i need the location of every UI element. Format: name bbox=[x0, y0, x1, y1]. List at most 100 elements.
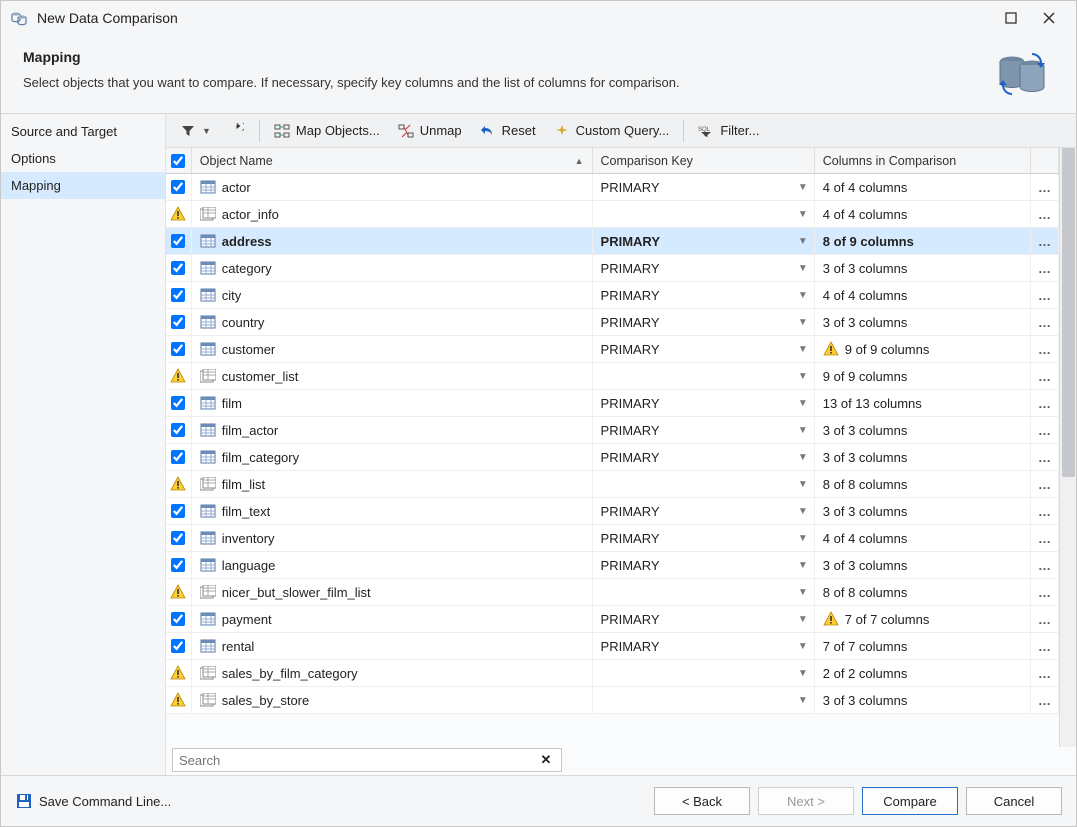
row-status-cell[interactable] bbox=[166, 525, 192, 551]
comparison-key-cell[interactable]: PRIMARY▼ bbox=[593, 390, 815, 416]
comparison-key-cell[interactable]: ▼ bbox=[593, 363, 815, 389]
comparison-key-cell[interactable]: PRIMARY▼ bbox=[593, 417, 815, 443]
search-input[interactable] bbox=[179, 753, 537, 768]
row-checkbox[interactable] bbox=[171, 450, 185, 464]
row-options-button[interactable]: … bbox=[1031, 390, 1059, 416]
header-checkbox-cell[interactable] bbox=[166, 148, 192, 173]
table-row[interactable]: customer_list▼9 of 9 columns… bbox=[166, 363, 1059, 390]
chevron-down-icon[interactable]: ▼ bbox=[798, 317, 808, 328]
chevron-down-icon[interactable]: ▼ bbox=[798, 398, 808, 409]
row-status-cell[interactable] bbox=[166, 255, 192, 281]
sidebar-item-mapping[interactable]: Mapping bbox=[1, 172, 165, 199]
comparison-key-cell[interactable]: PRIMARY▼ bbox=[593, 282, 815, 308]
table-row[interactable]: rentalPRIMARY▼7 of 7 columns… bbox=[166, 633, 1059, 660]
header-object-name[interactable]: Object Name bbox=[192, 148, 593, 173]
row-options-button[interactable]: … bbox=[1031, 552, 1059, 578]
save-command-line-link[interactable]: Save Command Line... bbox=[39, 794, 171, 809]
row-status-cell[interactable] bbox=[166, 363, 192, 389]
row-options-button[interactable]: … bbox=[1031, 417, 1059, 443]
table-row[interactable]: cityPRIMARY▼4 of 4 columns… bbox=[166, 282, 1059, 309]
table-row[interactable]: categoryPRIMARY▼3 of 3 columns… bbox=[166, 255, 1059, 282]
chevron-down-icon[interactable]: ▼ bbox=[798, 236, 808, 247]
comparison-key-cell[interactable]: PRIMARY▼ bbox=[593, 498, 815, 524]
row-checkbox[interactable] bbox=[171, 396, 185, 410]
row-status-cell[interactable] bbox=[166, 498, 192, 524]
chevron-down-icon[interactable]: ▼ bbox=[798, 371, 808, 382]
refresh-button[interactable] bbox=[221, 117, 253, 145]
scrollbar-thumb[interactable] bbox=[1062, 148, 1075, 477]
table-row[interactable]: film_list▼8 of 8 columns… bbox=[166, 471, 1059, 498]
table-row[interactable]: nicer_but_slower_film_list▼8 of 8 column… bbox=[166, 579, 1059, 606]
table-row[interactable]: film_actorPRIMARY▼3 of 3 columns… bbox=[166, 417, 1059, 444]
chevron-down-icon[interactable]: ▼ bbox=[798, 695, 808, 706]
sidebar-item-source-and-target[interactable]: Source and Target bbox=[1, 118, 165, 145]
chevron-down-icon[interactable]: ▼ bbox=[798, 668, 808, 679]
chevron-down-icon[interactable]: ▼ bbox=[798, 560, 808, 571]
chevron-down-icon[interactable]: ▼ bbox=[798, 479, 808, 490]
table-row[interactable]: film_categoryPRIMARY▼3 of 3 columns… bbox=[166, 444, 1059, 471]
row-options-button[interactable]: … bbox=[1031, 579, 1059, 605]
chevron-down-icon[interactable]: ▼ bbox=[798, 209, 808, 220]
comparison-key-cell[interactable]: PRIMARY▼ bbox=[593, 552, 815, 578]
reset-button[interactable]: Reset bbox=[472, 117, 544, 145]
row-options-button[interactable]: … bbox=[1031, 471, 1059, 497]
sql-filter-button[interactable]: SQL Filter... bbox=[690, 117, 767, 145]
header-comparison-key[interactable]: Comparison Key bbox=[593, 148, 815, 173]
row-checkbox[interactable] bbox=[171, 234, 185, 248]
chevron-down-icon[interactable]: ▼ bbox=[798, 614, 808, 625]
row-checkbox[interactable] bbox=[171, 423, 185, 437]
row-status-cell[interactable] bbox=[166, 174, 192, 200]
row-options-button[interactable]: … bbox=[1031, 606, 1059, 632]
row-status-cell[interactable] bbox=[166, 282, 192, 308]
row-status-cell[interactable] bbox=[166, 606, 192, 632]
row-checkbox[interactable] bbox=[171, 342, 185, 356]
chevron-down-icon[interactable]: ▼ bbox=[798, 263, 808, 274]
row-checkbox[interactable] bbox=[171, 612, 185, 626]
row-options-button[interactable]: … bbox=[1031, 255, 1059, 281]
comparison-key-cell[interactable]: ▼ bbox=[593, 201, 815, 227]
cancel-button[interactable]: Cancel bbox=[966, 787, 1062, 815]
search-box[interactable]: ✕ bbox=[172, 748, 562, 772]
table-row[interactable]: inventoryPRIMARY▼4 of 4 columns… bbox=[166, 525, 1059, 552]
comparison-key-cell[interactable]: PRIMARY▼ bbox=[593, 606, 815, 632]
custom-query-button[interactable]: Custom Query... bbox=[546, 117, 678, 145]
chevron-down-icon[interactable]: ▼ bbox=[798, 344, 808, 355]
comparison-key-cell[interactable]: PRIMARY▼ bbox=[593, 174, 815, 200]
row-status-cell[interactable] bbox=[166, 417, 192, 443]
row-options-button[interactable]: … bbox=[1031, 336, 1059, 362]
table-row[interactable]: actor_info▼4 of 4 columns… bbox=[166, 201, 1059, 228]
maximize-button[interactable] bbox=[992, 4, 1030, 32]
chevron-down-icon[interactable]: ▼ bbox=[798, 425, 808, 436]
row-status-cell[interactable] bbox=[166, 228, 192, 254]
row-options-button[interactable]: … bbox=[1031, 525, 1059, 551]
filter-dropdown-button[interactable]: ▼ bbox=[172, 117, 219, 145]
row-options-button[interactable]: … bbox=[1031, 228, 1059, 254]
comparison-key-cell[interactable]: PRIMARY▼ bbox=[593, 255, 815, 281]
row-status-cell[interactable] bbox=[166, 309, 192, 335]
back-button[interactable]: < Back bbox=[654, 787, 750, 815]
chevron-down-icon[interactable]: ▼ bbox=[798, 182, 808, 193]
row-checkbox[interactable] bbox=[171, 558, 185, 572]
row-status-cell[interactable] bbox=[166, 660, 192, 686]
row-status-cell[interactable] bbox=[166, 201, 192, 227]
table-row[interactable]: countryPRIMARY▼3 of 3 columns… bbox=[166, 309, 1059, 336]
table-row[interactable]: customerPRIMARY▼9 of 9 columns… bbox=[166, 336, 1059, 363]
row-checkbox[interactable] bbox=[171, 315, 185, 329]
row-options-button[interactable]: … bbox=[1031, 633, 1059, 659]
select-all-checkbox[interactable] bbox=[171, 154, 185, 168]
table-row[interactable]: languagePRIMARY▼3 of 3 columns… bbox=[166, 552, 1059, 579]
row-options-button[interactable]: … bbox=[1031, 660, 1059, 686]
row-checkbox[interactable] bbox=[171, 180, 185, 194]
row-status-cell[interactable] bbox=[166, 390, 192, 416]
table-row[interactable]: sales_by_store▼3 of 3 columns… bbox=[166, 687, 1059, 714]
comparison-key-cell[interactable]: ▼ bbox=[593, 579, 815, 605]
comparison-key-cell[interactable]: PRIMARY▼ bbox=[593, 336, 815, 362]
comparison-key-cell[interactable]: ▼ bbox=[593, 471, 815, 497]
row-status-cell[interactable] bbox=[166, 633, 192, 659]
table-row[interactable]: addressPRIMARY▼8 of 9 columns… bbox=[166, 228, 1059, 255]
table-row[interactable]: filmPRIMARY▼13 of 13 columns… bbox=[166, 390, 1059, 417]
clear-search-button[interactable]: ✕ bbox=[537, 752, 555, 768]
map-objects-button[interactable]: Map Objects... bbox=[266, 117, 388, 145]
sidebar-item-options[interactable]: Options bbox=[1, 145, 165, 172]
row-options-button[interactable]: … bbox=[1031, 201, 1059, 227]
